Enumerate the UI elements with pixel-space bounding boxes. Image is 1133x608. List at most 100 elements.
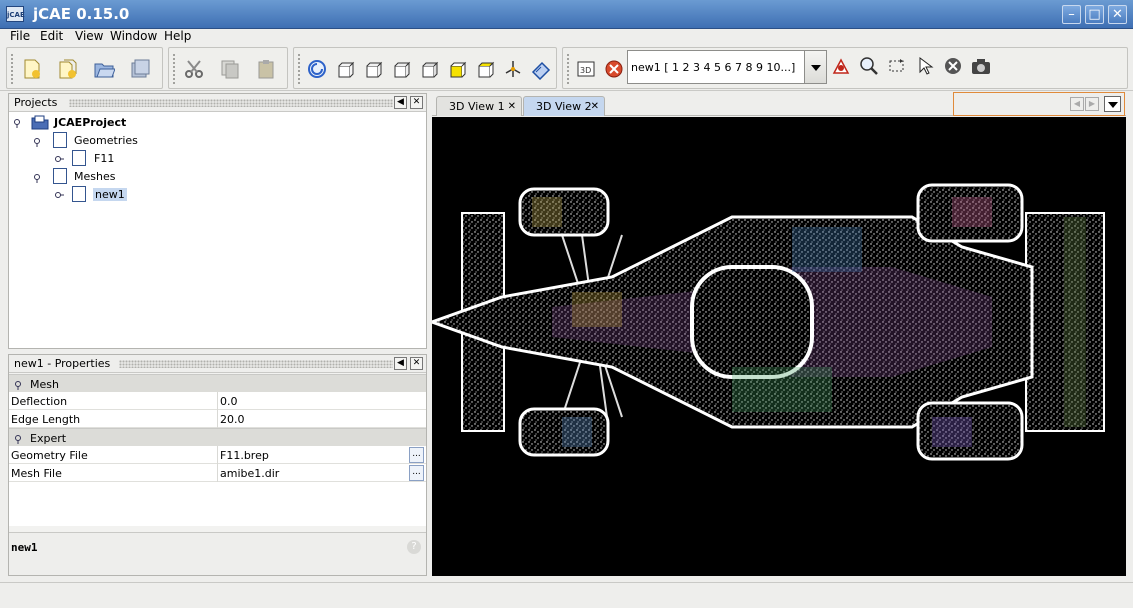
car-mesh-render	[432, 183, 1105, 461]
section-expert[interactable]: Expert	[9, 428, 426, 446]
scroll-right-icon[interactable]: ▶	[1085, 97, 1099, 111]
paste-icon[interactable]	[255, 58, 277, 80]
tree-item-f11[interactable]: F11	[94, 152, 114, 165]
scroll-left-icon[interactable]: ◀	[1070, 97, 1084, 111]
tree-item-geometries[interactable]: Geometries	[74, 134, 138, 147]
property-key: Deflection	[11, 395, 68, 408]
rubber-band-icon[interactable]	[886, 55, 908, 77]
tree-item-meshes[interactable]: Meshes	[74, 170, 115, 183]
column-divider	[217, 446, 218, 464]
geometries-folder-icon	[53, 132, 67, 148]
open-folder-icon[interactable]	[93, 58, 115, 80]
property-row-geometry-file[interactable]: Geometry File F11.brep ...	[9, 446, 426, 464]
toolbar-grip[interactable]	[10, 53, 14, 85]
file-toolbar-group	[6, 47, 163, 89]
view-bottom-icon[interactable]	[474, 58, 496, 80]
property-row-mesh-file[interactable]: Mesh File amibe1.dir ...	[9, 464, 426, 482]
property-value[interactable]: 20.0	[220, 413, 245, 426]
chevron-down-icon[interactable]	[804, 51, 826, 83]
property-key: Edge Length	[11, 413, 81, 426]
tree-expand-handle-icon[interactable]	[33, 138, 42, 147]
section-expand-icon[interactable]	[14, 381, 23, 390]
column-divider	[217, 410, 218, 428]
select-pointer-icon[interactable]	[914, 55, 936, 77]
mesh-quality-icon[interactable]	[830, 55, 852, 77]
3d-viewport[interactable]	[432, 117, 1126, 576]
tree-item-new1[interactable]: new1	[93, 188, 127, 201]
cut-icon[interactable]	[183, 58, 205, 80]
section-expand-icon[interactable]	[14, 435, 23, 444]
zoom-search-icon[interactable]	[858, 55, 880, 77]
panel-grip[interactable]	[69, 99, 393, 107]
property-row-deflection[interactable]: Deflection 0.0	[9, 392, 426, 410]
property-key: Geometry File	[11, 449, 88, 462]
menu-edit[interactable]: Edit	[40, 29, 63, 43]
toolbar-grip[interactable]	[172, 53, 176, 85]
maximize-button[interactable]: □	[1085, 5, 1104, 24]
camera-icon[interactable]	[970, 55, 992, 77]
browse-button[interactable]: ...	[409, 447, 424, 463]
menu-window[interactable]: Window	[110, 29, 157, 43]
toolbar-grip[interactable]	[566, 53, 570, 85]
mesh-file-icon	[72, 186, 86, 202]
panel-close-button[interactable]: ✕	[410, 357, 423, 370]
tree-root-project[interactable]: JCAEProject	[54, 116, 126, 129]
properties-panel-title: new1 - Properties	[14, 357, 115, 370]
copy-icon[interactable]	[219, 58, 241, 80]
tab-label: 3D View 1	[449, 100, 505, 113]
edit-toolbar-group	[168, 47, 288, 89]
tree-collapsed-handle-icon[interactable]	[55, 191, 64, 200]
tab-3d-view-1[interactable]: 3D View 1 ✕	[436, 96, 522, 116]
reset-view-icon[interactable]	[306, 58, 328, 80]
save-all-icon[interactable]	[129, 58, 151, 80]
menu-help[interactable]: Help	[164, 29, 191, 43]
section-mesh-label: Mesh	[30, 378, 59, 391]
mesh-selection-value: new1 [ 1 2 3 4 5 6 7 8 9 10...]	[631, 61, 796, 74]
close-window-button[interactable]: ✕	[1108, 5, 1127, 24]
minimize-button[interactable]: –	[1062, 5, 1081, 24]
property-value[interactable]: F11.brep	[220, 449, 269, 462]
help-icon[interactable]: ?	[407, 540, 421, 554]
toolbar: 3D new1 [ 1 2 3 4 5 6 7 8 9 10...]	[0, 45, 1133, 91]
geometry-file-icon	[72, 150, 86, 166]
mesh-selection-combo[interactable]: new1 [ 1 2 3 4 5 6 7 8 9 10...]	[627, 50, 827, 84]
close-circle-icon[interactable]	[942, 55, 964, 77]
section-expert-label: Expert	[30, 432, 67, 445]
view-top-icon[interactable]	[446, 58, 468, 80]
view-tab-bar: 3D View 1 ✕ 3D View 2 ✕ ◀ ▶	[432, 92, 1126, 116]
property-value[interactable]: amibe1.dir	[220, 467, 279, 480]
menu-view[interactable]: View	[75, 29, 103, 43]
panel-close-button[interactable]: ✕	[410, 96, 423, 109]
toolbar-grip[interactable]	[297, 53, 301, 85]
close-tab-icon[interactable]: ✕	[508, 101, 516, 112]
panel-minimize-button[interactable]: ◀	[394, 357, 407, 370]
view-back-icon[interactable]	[362, 58, 384, 80]
tab-3d-view-2[interactable]: 3D View 2 ✕	[523, 96, 605, 116]
window-title: jCAE 0.15.0	[33, 5, 130, 23]
menu-file[interactable]: File	[10, 29, 30, 43]
view-front-icon[interactable]	[334, 58, 356, 80]
section-mesh[interactable]: Mesh	[9, 374, 426, 392]
property-row-edge-length[interactable]: Edge Length 20.0	[9, 410, 426, 428]
menu-bar: File Edit View Window Help	[0, 29, 1133, 45]
new-project-icon[interactable]	[57, 58, 79, 80]
panel-minimize-button[interactable]: ◀	[394, 96, 407, 109]
close-tab-icon[interactable]: ✕	[591, 101, 599, 112]
column-divider	[217, 392, 218, 410]
property-value[interactable]: 0.0	[220, 395, 238, 408]
column-divider	[217, 464, 218, 482]
tree-expand-handle-icon[interactable]	[33, 174, 42, 183]
remove-view-icon[interactable]	[603, 58, 625, 80]
tree-collapsed-handle-icon[interactable]	[55, 155, 64, 164]
view-left-icon[interactable]	[390, 58, 412, 80]
3d-view-icon[interactable]: 3D	[575, 58, 597, 80]
tab-list-dropdown-icon[interactable]	[1104, 96, 1121, 112]
view-axis-icon[interactable]	[502, 58, 524, 80]
view-right-icon[interactable]	[418, 58, 440, 80]
panel-grip[interactable]	[119, 360, 393, 368]
new-file-icon[interactable]	[21, 58, 43, 80]
tree-expand-handle-icon[interactable]	[13, 119, 22, 128]
tab-label: 3D View 2	[536, 100, 592, 113]
browse-button[interactable]: ...	[409, 465, 424, 481]
clip-plane-icon[interactable]	[530, 58, 552, 80]
